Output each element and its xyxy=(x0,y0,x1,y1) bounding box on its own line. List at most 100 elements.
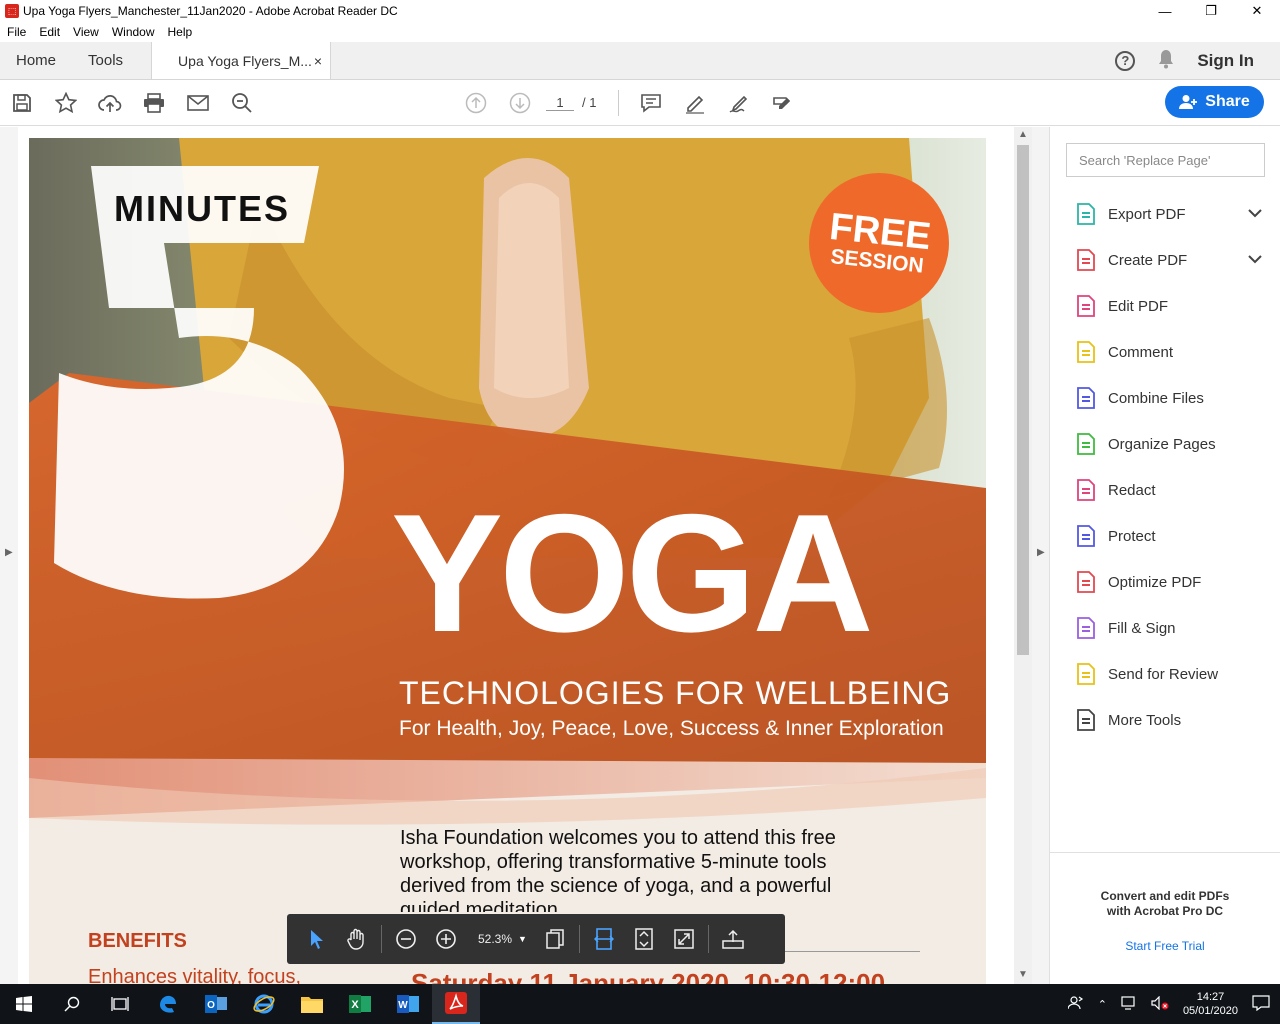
excel-icon[interactable]: X xyxy=(336,984,384,1024)
network-icon[interactable] xyxy=(1121,995,1137,1013)
tool-item-label: Combine Files xyxy=(1108,389,1204,407)
tool-item-comment[interactable]: Comment xyxy=(1066,329,1280,375)
word-icon[interactable]: W xyxy=(384,984,432,1024)
internet-explorer-icon[interactable] xyxy=(240,984,288,1024)
outlook-icon[interactable]: O xyxy=(192,984,240,1024)
fit-width-icon[interactable] xyxy=(584,919,624,959)
share-button[interactable]: Share xyxy=(1165,86,1264,118)
zoom-dropdown-icon[interactable]: ▼ xyxy=(518,934,535,944)
vertical-scrollbar[interactable]: ▲ ▼ xyxy=(1014,127,1032,984)
scroll-down-arrow-icon[interactable]: ▼ xyxy=(1018,969,1028,980)
menu-file[interactable]: File xyxy=(0,25,32,39)
zoom-in-icon[interactable] xyxy=(426,919,466,959)
tab-document[interactable]: Upa Yoga Flyers_M... × xyxy=(151,42,332,79)
tool-item-export-pdf[interactable]: Export PDF xyxy=(1066,191,1280,237)
title-bar: ⬚ Upa Yoga Flyers_Manchester_11Jan2020 -… xyxy=(0,0,1280,22)
document-viewer[interactable]: ▶ MINUTES FREE SESSION YOGA TECHNOLOGIES… xyxy=(0,127,1032,984)
scroll-up-arrow-icon[interactable]: ▲ xyxy=(1018,129,1028,140)
tool-item-combine-files[interactable]: Combine Files xyxy=(1066,375,1280,421)
tool-item-label: Send for Review xyxy=(1108,665,1219,683)
task-view-icon[interactable] xyxy=(96,984,144,1024)
tool-item-label: Organize Pages xyxy=(1108,435,1216,453)
menu-help[interactable]: Help xyxy=(161,25,199,39)
bell-icon[interactable] xyxy=(1157,49,1175,73)
acrobat-taskbar-icon[interactable] xyxy=(432,984,480,1024)
close-button[interactable]: ✕ xyxy=(1234,0,1280,22)
maximize-button[interactable]: ❐ xyxy=(1188,0,1234,22)
comment-icon xyxy=(1074,340,1098,364)
window-title: Upa Yoga Flyers_Manchester_11Jan2020 - A… xyxy=(23,4,398,18)
tool-item-optimize-pdf[interactable]: Optimize PDF xyxy=(1066,559,1280,605)
star-icon[interactable] xyxy=(44,85,88,121)
tool-item-more-tools[interactable]: More Tools xyxy=(1066,697,1280,743)
email-icon[interactable] xyxy=(176,85,220,121)
page-layout-icon[interactable] xyxy=(535,919,575,959)
menu-edit[interactable]: Edit xyxy=(32,25,66,39)
tool-item-organize-pages[interactable]: Organize Pages xyxy=(1066,421,1280,467)
share-edit-icon[interactable] xyxy=(761,85,805,121)
collapse-right-pane-icon[interactable]: ▶ xyxy=(1037,547,1045,558)
left-pane-strip[interactable]: ▶ xyxy=(0,127,18,984)
tool-item-fill-sign[interactable]: Fill & Sign xyxy=(1066,605,1280,651)
page-down-icon[interactable] xyxy=(498,85,542,121)
export-upload-icon[interactable] xyxy=(713,919,753,959)
print-icon[interactable] xyxy=(132,85,176,121)
chevron-down-icon[interactable] xyxy=(1248,253,1262,267)
chevron-down-icon[interactable] xyxy=(1248,207,1262,221)
clock[interactable]: 14:27 05/01/2020 xyxy=(1183,990,1238,1018)
floating-divider xyxy=(578,925,580,953)
page-number-input[interactable]: 1 xyxy=(546,95,574,111)
tab-close-button[interactable]: × xyxy=(314,53,322,69)
promo-line-1: Convert and edit PDFs xyxy=(1100,889,1230,903)
people-icon[interactable] xyxy=(1067,995,1084,1013)
minimize-button[interactable]: — xyxy=(1142,0,1188,22)
menu-view[interactable]: View xyxy=(66,25,105,39)
hand-tool-icon[interactable] xyxy=(337,919,377,959)
start-free-trial-link[interactable]: Start Free Trial xyxy=(1050,939,1280,954)
upload-cloud-icon[interactable] xyxy=(88,85,132,121)
tool-item-protect[interactable]: Protect xyxy=(1066,513,1280,559)
fill-sign-icon xyxy=(1074,616,1098,640)
tool-item-label: Protect xyxy=(1108,527,1156,545)
tool-item-label: More Tools xyxy=(1108,711,1182,729)
tool-item-edit-pdf[interactable]: Edit PDF xyxy=(1066,283,1280,329)
yoga-heading: YOGA xyxy=(391,479,874,667)
search-zoom-icon[interactable] xyxy=(220,85,264,121)
tools-search-input[interactable]: Search 'Replace Page' xyxy=(1066,143,1265,177)
tool-item-label: Fill & Sign xyxy=(1108,619,1176,637)
scrollbar-thumb[interactable] xyxy=(1017,145,1029,655)
tray-overflow-icon[interactable]: ⌃ xyxy=(1098,998,1107,1011)
zoom-level[interactable]: 52.3% xyxy=(466,932,518,946)
acrobat-icon: ⬚ xyxy=(5,4,19,18)
sign-in-button[interactable]: Sign In xyxy=(1197,51,1254,71)
flyer-tagline: For Health, Joy, Peace, Love, Success & … xyxy=(399,717,944,740)
expand-left-pane-icon[interactable]: ▶ xyxy=(5,547,13,558)
clock-date: 05/01/2020 xyxy=(1182,1005,1238,1017)
sign-pen-icon[interactable] xyxy=(717,85,761,121)
file-explorer-icon[interactable] xyxy=(288,984,336,1024)
tool-item-send-for-review[interactable]: Send for Review xyxy=(1066,651,1280,697)
fit-page-icon[interactable] xyxy=(624,919,664,959)
menu-window[interactable]: Window xyxy=(105,25,161,39)
tool-item-create-pdf[interactable]: Create PDF xyxy=(1066,237,1280,283)
system-tray: ⌃ 14:27 05/01/2020 xyxy=(1067,990,1280,1018)
edge-browser-icon[interactable] xyxy=(144,984,192,1024)
tool-item-label: Create PDF xyxy=(1108,251,1188,269)
clock-time: 14:27 xyxy=(1196,991,1225,1003)
volume-muted-icon[interactable] xyxy=(1151,995,1169,1013)
comment-icon[interactable] xyxy=(629,85,673,121)
tab-home[interactable]: Home xyxy=(0,42,72,79)
notifications-icon[interactable] xyxy=(1252,994,1270,1014)
select-cursor-icon[interactable] xyxy=(297,919,337,959)
highlight-pen-icon[interactable] xyxy=(673,85,717,121)
right-pane-strip[interactable]: ▶ xyxy=(1032,127,1050,984)
zoom-out-icon[interactable] xyxy=(386,919,426,959)
tab-tools[interactable]: Tools xyxy=(72,42,139,79)
start-icon[interactable] xyxy=(0,984,48,1024)
help-icon[interactable]: ? xyxy=(1115,50,1136,71)
page-up-icon[interactable] xyxy=(454,85,498,121)
full-screen-icon[interactable] xyxy=(664,919,704,959)
tool-item-redact[interactable]: Redact xyxy=(1066,467,1280,513)
save-icon[interactable] xyxy=(0,85,44,121)
search-icon[interactable] xyxy=(48,984,96,1024)
